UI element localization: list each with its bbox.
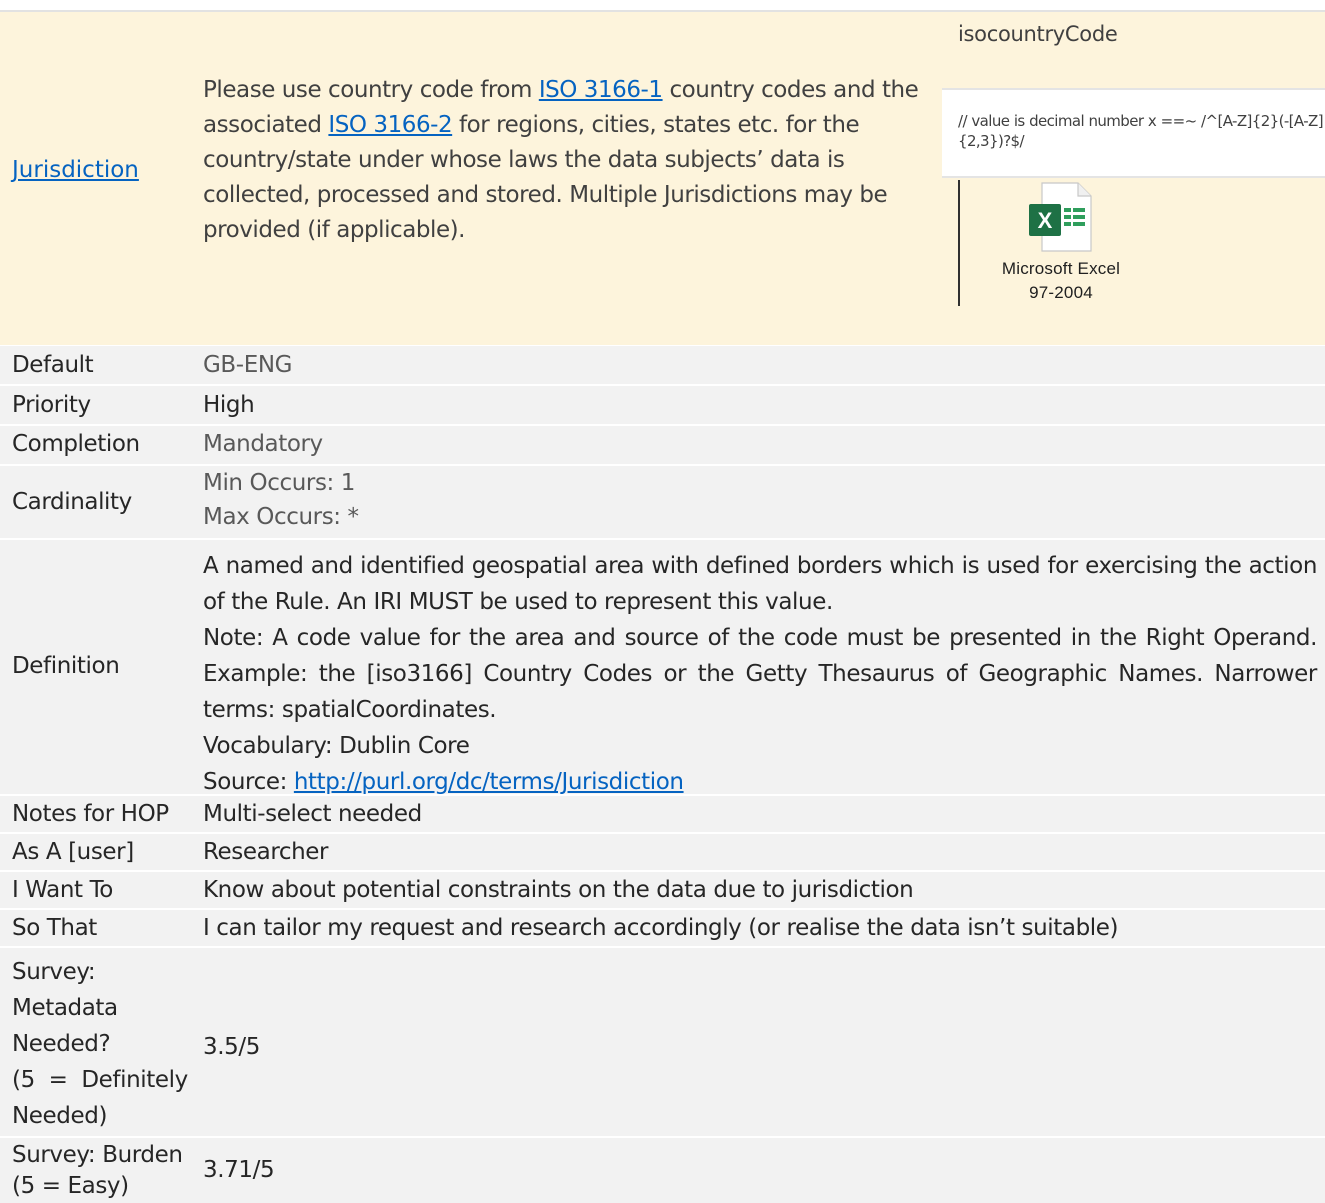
field-name: isocountryCode: [958, 22, 1118, 46]
row-label: Cardinality: [12, 489, 132, 515]
cardinality-min: Min Occurs: 1: [203, 470, 356, 496]
label-line: (5 = Definitely: [12, 1067, 188, 1093]
row-completion: Completion Mandatory: [0, 426, 1325, 466]
row-label: I Want To: [12, 877, 113, 903]
row-label-multiline: Survey: Burden (5 = Easy): [12, 1140, 183, 1202]
label-line: Needed): [12, 1103, 108, 1129]
definition-line-2: Note: A code value for the area and sour…: [203, 625, 1317, 723]
row-survey-needed: Survey: Metadata Needed? (5 = Definitely…: [0, 948, 1325, 1138]
attachment-label-line-2: 97-2004: [1029, 283, 1093, 302]
label-line: (5 = Easy): [12, 1173, 129, 1199]
row-default: Default GB-ENG: [0, 346, 1325, 386]
row-label: Notes for HOP: [12, 801, 169, 827]
definition-line-1: A named and identified geospatial area w…: [203, 553, 1317, 615]
row-value: High: [203, 392, 255, 418]
excel-icon[interactable]: X: [1028, 182, 1092, 252]
row-label: Completion: [12, 431, 140, 457]
source-label: Source:: [203, 769, 294, 795]
attachment-label-line-1: Microsoft Excel: [1001, 259, 1121, 278]
label-line: Survey: Burden: [12, 1142, 183, 1168]
attachment-divider: [958, 180, 960, 306]
row-definition: Definition A named and identified geospa…: [0, 540, 1325, 796]
row-value: Researcher: [203, 839, 329, 865]
regex-text: // value is decimal number x ==~ /^[A-Z]…: [958, 112, 1324, 150]
cardinality-max: Max Occurs: *: [203, 504, 359, 530]
definition-text: A named and identified geospatial area w…: [203, 548, 1317, 800]
row-value: 3.5/5: [203, 1034, 260, 1060]
row-label-multiline: Survey: Metadata Needed? (5 = Definitely…: [12, 954, 188, 1134]
label-line: Survey:: [12, 959, 96, 985]
row-value: Know about potential constraints on the …: [203, 877, 914, 903]
row-value: I can tailor my request and research acc…: [203, 915, 1119, 941]
row-survey-burden: Survey: Burden (5 = Easy) 3.71/5: [0, 1138, 1325, 1203]
source-link[interactable]: http://purl.org/dc/terms/Jurisdiction: [294, 769, 684, 795]
attachment-label[interactable]: Microsoft Excel 97-2004: [978, 257, 1144, 305]
svg-text:X: X: [1038, 208, 1053, 233]
row-value: 3.71/5: [203, 1157, 275, 1183]
iso-3166-1-link[interactable]: ISO 3166-1: [539, 77, 663, 103]
row-so-that: So That I can tailor my request and rese…: [0, 910, 1325, 948]
definition-vocabulary: Vocabulary: Dublin Core: [203, 733, 470, 759]
row-notes: Notes for HOP Multi-select needed: [0, 796, 1325, 834]
label-line: Needed?: [12, 1031, 111, 1057]
row-as-a-user: As A [user] Researcher: [0, 834, 1325, 872]
row-label: As A [user]: [12, 839, 134, 865]
label-line: Metadata: [12, 995, 118, 1021]
row-value: GB-ENG: [203, 352, 293, 378]
row-value: Mandatory: [203, 431, 323, 457]
row-cardinality: Cardinality Min Occurs: 1 Max Occurs: *: [0, 466, 1325, 540]
jurisdiction-link[interactable]: Jurisdiction: [12, 156, 139, 184]
row-label: Definition: [12, 653, 120, 679]
row-i-want-to: I Want To Know about potential constrain…: [0, 872, 1325, 910]
row-label: So That: [12, 915, 97, 941]
iso-3166-2-link[interactable]: ISO 3166-2: [328, 112, 452, 138]
definition-source: Source: http://purl.org/dc/terms/Jurisdi…: [203, 764, 1317, 800]
row-label: Priority: [12, 392, 91, 418]
row-label: Default: [12, 352, 94, 378]
intro-text: Please use country code from ISO 3166-1 …: [203, 73, 943, 248]
intro-part-1: Please use country code from: [203, 77, 539, 103]
row-priority: Priority High: [0, 386, 1325, 426]
row-value: Multi-select needed: [203, 801, 422, 827]
